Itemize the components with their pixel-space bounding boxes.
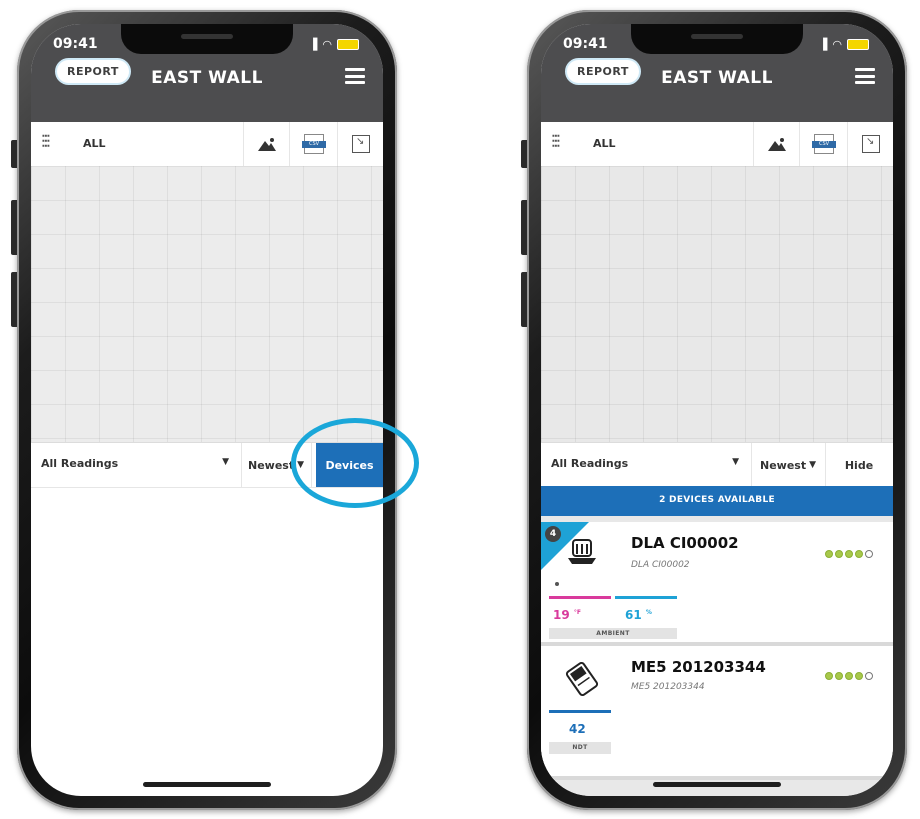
screen-right: 09:41 ▐ ◠ REPORT EAST WALL ⫶⫶⫶ ALL CSV ↘…: [541, 24, 893, 796]
wifi-icon: ◠: [322, 38, 332, 51]
readings-bar: All Readings ▼ Newest ▼ Hide: [541, 442, 893, 488]
screen-left: 09:41 ▐ ◠ REPORT EAST WALL ⫶⫶⫶ ALL CSV ↘…: [31, 24, 383, 796]
image-button[interactable]: [753, 122, 800, 166]
image-icon: [768, 138, 786, 151]
hamburger-menu-icon[interactable]: [345, 68, 365, 84]
readings-dropdown[interactable]: All Readings ▼: [31, 443, 242, 487]
volume-down-button: [11, 272, 17, 327]
indicator-dot: [555, 582, 559, 586]
volume-up-button: [11, 200, 17, 255]
status-icons: ▐ ◠: [309, 38, 359, 51]
device-card[interactable]: ME5 201203344 ME5 201203344 42 NDT: [541, 646, 893, 780]
sort-label: Newest: [247, 458, 295, 472]
home-indicator: [653, 782, 781, 787]
home-indicator: [143, 782, 271, 787]
temperature-value: 19 °F: [553, 608, 581, 622]
volume-up-button: [521, 200, 527, 255]
cellular-icon: ▐: [818, 38, 828, 51]
signal-strength: [825, 550, 873, 558]
sort-label: Newest: [759, 458, 807, 472]
device-list: 4 DLA CI00002 DLA CI00002 19 °F 61 % AMB…: [541, 516, 893, 796]
devices-available-label: 2 DEVICES AVAILABLE: [659, 495, 775, 505]
page-title: EAST WALL: [661, 68, 773, 88]
expand-button[interactable]: [847, 122, 893, 166]
image-button[interactable]: [243, 122, 290, 166]
highlight-circle: [291, 418, 419, 508]
device-subtitle: DLA CI00002: [631, 560, 690, 570]
page-title: EAST WALL: [151, 68, 263, 88]
mute-switch: [521, 140, 527, 168]
readings-label: All Readings: [41, 457, 119, 470]
device-count-badge: 4: [545, 526, 561, 542]
dropdown-arrow-icon: ▼: [222, 457, 229, 467]
toolbar: ⫶⫶⫶ ALL CSV: [31, 122, 383, 167]
notch: [121, 24, 293, 54]
mute-switch: [11, 140, 17, 168]
filter-label[interactable]: ALL: [83, 137, 106, 150]
devices-available-banner: 2 DEVICES AVAILABLE: [541, 486, 893, 522]
sort-dropdown[interactable]: Newest ▼: [751, 443, 826, 487]
volume-down-button: [521, 272, 527, 327]
toolbar: ⫶⫶⫶ ALL CSV: [541, 122, 893, 167]
phone-left: 09:41 ▐ ◠ REPORT EAST WALL ⫶⫶⫶ ALL CSV ↘…: [11, 10, 397, 810]
status-time: 09:41: [53, 36, 98, 52]
battery-icon: [847, 39, 869, 50]
ambient-sensor-icon: [568, 539, 596, 564]
ndt-value: 42: [569, 722, 586, 736]
device-category: NDT: [549, 742, 611, 754]
csv-export-button[interactable]: CSV: [289, 122, 338, 166]
humidity-bar: [615, 596, 677, 599]
floor-plan-grid[interactable]: [541, 166, 893, 442]
filter-sliders-icon[interactable]: ⫶⫶⫶: [551, 132, 560, 153]
notch: [631, 24, 803, 54]
hamburger-menu-icon[interactable]: [855, 68, 875, 84]
device-name: DLA CI00002: [631, 534, 739, 552]
expand-icon: [862, 135, 880, 153]
csv-export-button[interactable]: CSV: [799, 122, 848, 166]
expand-button[interactable]: [337, 122, 383, 166]
csv-icon: CSV: [812, 134, 836, 154]
moisture-meter-icon: [565, 662, 599, 696]
expand-icon: [352, 135, 370, 153]
device-name: ME5 201203344: [631, 658, 766, 676]
device-category: AMBIENT: [549, 628, 677, 639]
dropdown-arrow-icon: ▼: [732, 457, 739, 467]
status-time: 09:41: [563, 36, 608, 52]
hide-button[interactable]: Hide: [825, 443, 893, 487]
filter-sliders-icon[interactable]: ⫶⫶⫶: [41, 132, 50, 153]
readings-dropdown[interactable]: All Readings ▼: [541, 443, 752, 487]
ndt-bar: [549, 710, 611, 713]
wifi-icon: ◠: [832, 38, 842, 51]
temperature-bar: [549, 596, 611, 599]
csv-icon: CSV: [302, 134, 326, 154]
floor-plan-grid[interactable]: [31, 166, 383, 444]
readings-label: All Readings: [551, 457, 629, 470]
battery-icon: [337, 39, 359, 50]
status-icons: ▐ ◠: [819, 38, 869, 51]
dropdown-arrow-icon: ▼: [809, 460, 817, 470]
cellular-icon: ▐: [308, 38, 318, 51]
device-subtitle: ME5 201203344: [631, 682, 705, 692]
filter-label[interactable]: ALL: [593, 137, 616, 150]
device-card[interactable]: 4 DLA CI00002 DLA CI00002 19 °F 61 % AMB…: [541, 522, 893, 646]
humidity-value: 61 %: [625, 608, 652, 622]
phone-right: 09:41 ▐ ◠ REPORT EAST WALL ⫶⫶⫶ ALL CSV ↘…: [521, 10, 907, 810]
signal-strength: [825, 672, 873, 680]
image-icon: [258, 138, 276, 151]
